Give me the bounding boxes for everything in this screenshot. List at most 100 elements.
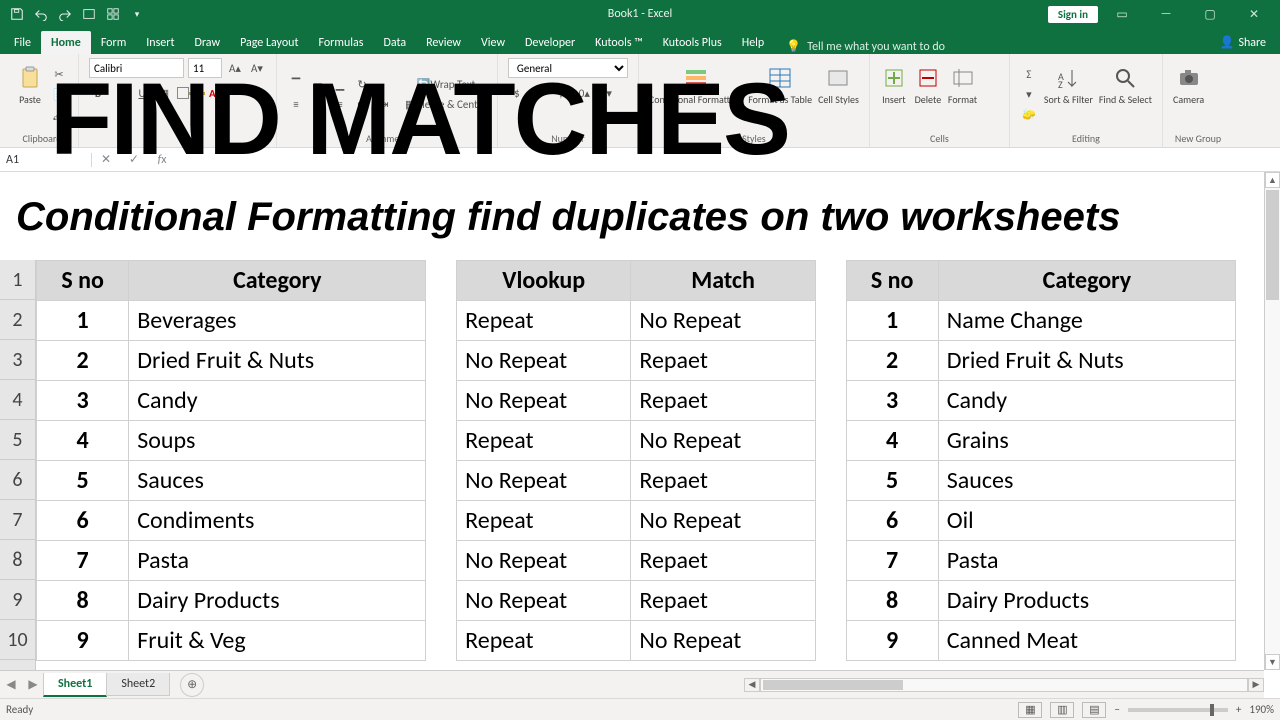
align-bottom-icon[interactable]: ▁	[331, 75, 349, 93]
align-right-icon[interactable]: ≡	[331, 95, 349, 113]
format-as-table-button[interactable]: Format as Table	[748, 62, 812, 126]
row-header[interactable]: 7	[0, 500, 36, 540]
cell-match[interactable]: Repaet	[631, 541, 815, 581]
scroll-down-icon[interactable]: ▼	[1265, 654, 1280, 670]
gap-cell[interactable]	[426, 301, 457, 341]
cell-category2[interactable]: Canned Meat	[938, 621, 1235, 661]
header-match[interactable]: Match	[631, 261, 815, 301]
cell-vlookup[interactable]: Repeat	[457, 621, 631, 661]
row-header[interactable]: 9	[0, 580, 36, 620]
tab-developer[interactable]: Developer	[515, 31, 585, 54]
tab-page-layout[interactable]: Page Layout	[230, 31, 308, 54]
tell-me-search[interactable]: 💡 Tell me what you want to do	[786, 39, 945, 54]
cell-match[interactable]: No Repeat	[631, 301, 815, 341]
tab-kutools-plus[interactable]: Kutools Plus	[653, 31, 732, 54]
row-header[interactable]: 6	[0, 460, 36, 500]
align-center-icon[interactable]: ≡	[309, 95, 327, 113]
find-select-button[interactable]: Find & Select	[1099, 62, 1152, 126]
cell-styles-button[interactable]: Cell Styles	[818, 62, 859, 126]
gap-cell[interactable]	[815, 621, 846, 661]
cell-vlookup[interactable]: No Repeat	[457, 341, 631, 381]
gap-cell[interactable]	[815, 461, 846, 501]
gap-cell[interactable]	[426, 341, 457, 381]
gap-cell[interactable]	[426, 541, 457, 581]
cell-sno[interactable]: 4	[37, 421, 129, 461]
cell-sno2[interactable]: 4	[846, 421, 938, 461]
close-icon[interactable]: ✕	[1234, 2, 1274, 26]
align-middle-icon[interactable]: ═	[309, 75, 327, 93]
cell-sno2[interactable]: 2	[846, 341, 938, 381]
percent-icon[interactable]: %	[530, 84, 548, 102]
cell-category[interactable]: Dairy Products	[129, 581, 426, 621]
italic-icon[interactable]: I	[111, 84, 129, 102]
gap-cell[interactable]	[815, 501, 846, 541]
cell-sno[interactable]: 8	[37, 581, 129, 621]
gap-cell[interactable]	[815, 341, 846, 381]
tab-formulas[interactable]: Formulas	[309, 31, 374, 54]
cell-sno2[interactable]: 7	[846, 541, 938, 581]
cell-vlookup[interactable]: No Repeat	[457, 541, 631, 581]
gap-cell[interactable]	[426, 461, 457, 501]
tab-home[interactable]: Home	[41, 31, 91, 54]
fill-color-icon[interactable]	[177, 84, 205, 102]
decrease-indent-icon[interactable]: ⇤	[353, 95, 371, 113]
tab-view[interactable]: View	[471, 31, 515, 54]
save-icon[interactable]	[8, 5, 26, 23]
undo-icon[interactable]	[32, 5, 50, 23]
fill-icon[interactable]: ▾	[1020, 85, 1038, 103]
row-header[interactable]: 11	[0, 660, 36, 670]
gap-cell[interactable]	[426, 261, 457, 301]
increase-font-icon[interactable]: A▴	[226, 59, 244, 77]
gap-cell[interactable]	[815, 261, 846, 301]
cell-vlookup[interactable]: Repeat	[457, 421, 631, 461]
cell-category[interactable]: Pasta	[129, 541, 426, 581]
autosum-icon[interactable]: Σ	[1020, 65, 1038, 83]
header-category2[interactable]: Category	[938, 261, 1235, 301]
gap-cell[interactable]	[426, 501, 457, 541]
tab-review[interactable]: Review	[416, 31, 471, 54]
cell-sno[interactable]: 7	[37, 541, 129, 581]
zoom-in-icon[interactable]: +	[1236, 703, 1241, 716]
row-header[interactable]: 1	[0, 260, 36, 300]
qat-extra2-icon[interactable]	[104, 5, 122, 23]
tab-file[interactable]: File	[4, 31, 41, 54]
scroll-left-icon[interactable]: ◀	[744, 678, 760, 692]
delete-cells-button[interactable]: Delete	[914, 62, 942, 126]
cell-sno2[interactable]: 3	[846, 381, 938, 421]
cell-sno2[interactable]: 9	[846, 621, 938, 661]
gap-cell[interactable]	[426, 381, 457, 421]
cell-vlookup[interactable]: No Repeat	[457, 461, 631, 501]
clear-icon[interactable]: 🧽	[1020, 105, 1038, 123]
sheet-tab-sheet2[interactable]: Sheet2	[106, 673, 170, 696]
align-top-icon[interactable]: ▔	[287, 75, 305, 93]
tab-kutools[interactable]: Kutools ™	[585, 31, 653, 54]
merge-center-button[interactable]: ▦ Merge & Center	[405, 95, 487, 113]
increase-indent-icon[interactable]: ⇥	[375, 95, 393, 113]
cell-category2[interactable]: Name Change	[938, 301, 1235, 341]
cell-category[interactable]: Condiments	[129, 501, 426, 541]
bold-icon[interactable]: B	[89, 84, 107, 102]
gap-cell[interactable]	[426, 621, 457, 661]
comma-icon[interactable]: ,	[552, 84, 570, 102]
cell-category[interactable]: Dried Fruit & Nuts	[129, 341, 426, 381]
cell-vlookup[interactable]: Repeat	[457, 501, 631, 541]
number-format-select[interactable]: General	[508, 58, 628, 78]
zoom-out-icon[interactable]: −	[1114, 703, 1119, 716]
header-sno2[interactable]: S no	[846, 261, 938, 301]
gap-cell[interactable]	[815, 581, 846, 621]
accounting-icon[interactable]: $	[508, 84, 526, 102]
cell-vlookup[interactable]: No Repeat	[457, 581, 631, 621]
qat-dropdown-icon[interactable]: ▾	[128, 5, 146, 23]
cell-match[interactable]: Repaet	[631, 581, 815, 621]
cell-category2[interactable]: Grains	[938, 421, 1235, 461]
increase-decimal-icon[interactable]: .0▴	[574, 84, 592, 102]
font-size-select[interactable]	[188, 58, 222, 78]
zoom-slider[interactable]	[1128, 708, 1228, 712]
cell-match[interactable]: Repaet	[631, 381, 815, 421]
name-box[interactable]: A1	[0, 153, 92, 167]
qat-extra-icon[interactable]	[80, 5, 98, 23]
maximize-icon[interactable]: ▢	[1190, 2, 1230, 26]
font-name-select[interactable]	[89, 58, 184, 78]
underline-icon[interactable]: U	[133, 84, 151, 102]
enter-fx-icon[interactable]: ✓	[120, 148, 148, 171]
